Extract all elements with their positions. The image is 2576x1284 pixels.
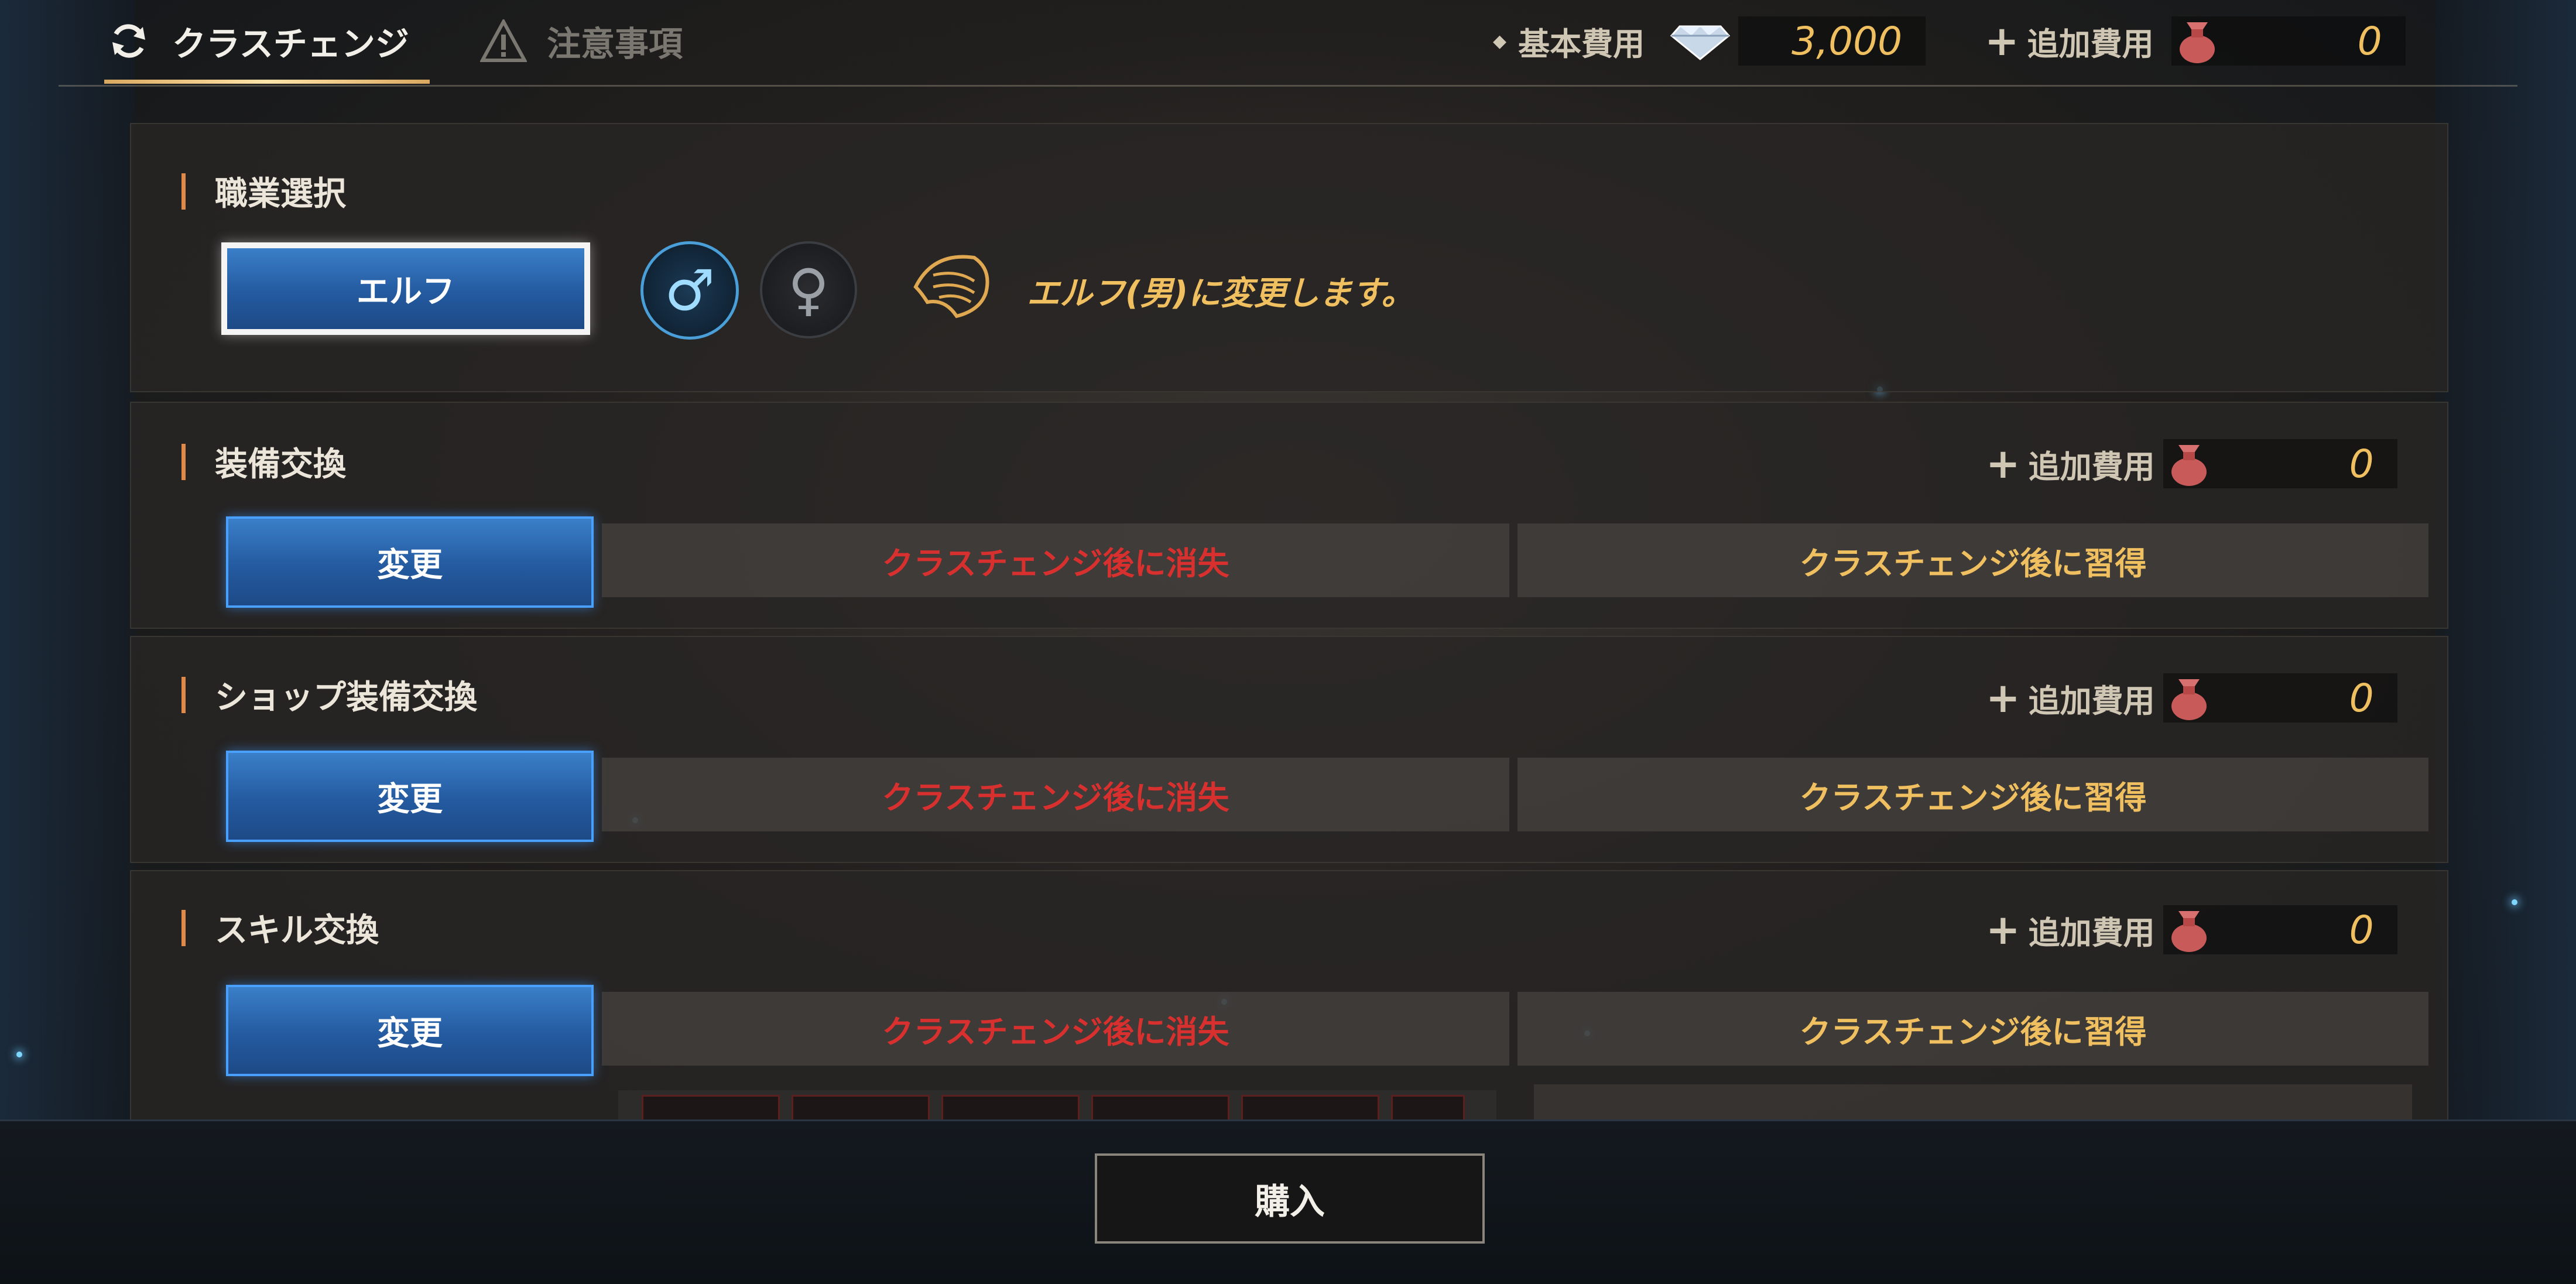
base-cost-value: 3,000 xyxy=(1738,16,1926,66)
pouch-icon xyxy=(2166,905,2212,964)
background-right-shade xyxy=(2435,0,2576,1282)
equipment-exchange-panel: 装備交換 + 追加費用 0 変更 クラスチェンジ後に消失 クラスチェンジ後に習得 xyxy=(130,402,2448,629)
base-cost-label: 基本費用 xyxy=(1518,25,1645,63)
shop-equipment-exchange-title: ショップ装備交換 xyxy=(181,671,477,718)
equipment-extra-cost-value: 0 xyxy=(2349,441,2374,487)
sparkle xyxy=(16,1052,22,1057)
section-marker xyxy=(181,173,186,210)
section-marker xyxy=(181,909,186,946)
job-select-title: 職業選択 xyxy=(181,167,346,215)
section-marker xyxy=(181,676,186,713)
shop-equipment-lost-label: クラスチェンジ後に消失 xyxy=(602,758,1509,831)
elf-class-emblem-icon xyxy=(910,246,998,324)
equipment-lost-label: クラスチェンジ後に消失 xyxy=(602,523,1509,597)
equipment-exchange-title-text: 装備交換 xyxy=(215,446,346,484)
skill-lost-label: クラスチェンジ後に消失 xyxy=(602,992,1509,1066)
shop-equipment-extra-cost-value: 0 xyxy=(2349,675,2374,721)
skill-change-button[interactable]: 変更 xyxy=(226,985,594,1076)
male-gender-button[interactable]: ♂ xyxy=(640,241,739,340)
equipment-exchange-title: 装備交換 xyxy=(181,438,346,485)
plus-icon: + xyxy=(1986,906,2020,954)
purchase-button[interactable]: 購入 xyxy=(1095,1153,1485,1244)
equipment-gained-label: クラスチェンジ後に習得 xyxy=(1517,523,2428,597)
extra-cost-label: 追加費用 xyxy=(2027,25,2154,63)
skill-extra-cost-box: 0 xyxy=(2163,905,2397,954)
equipment-extra-cost-label: 追加費用 xyxy=(2028,448,2155,485)
equipment-extra-cost: + 追加費用 0 xyxy=(1986,439,2397,488)
plus-icon: + xyxy=(1985,17,2019,65)
job-select-panel: 職業選択 エルフ ♂ ♀ エルフ(男)に変更します。 xyxy=(130,123,2448,392)
female-gender-button[interactable]: ♀ xyxy=(760,241,857,338)
shop-equipment-extra-cost-box: 0 xyxy=(2163,673,2397,723)
background-left-shade xyxy=(0,0,135,1282)
skill-extra-cost-label: 追加費用 xyxy=(2028,914,2155,951)
diamond-bullet-icon: ◆ xyxy=(1493,30,1507,52)
equipment-change-button[interactable]: 変更 xyxy=(226,516,594,608)
skill-exchange-title-text: スキル交換 xyxy=(215,912,379,950)
active-tab-indicator xyxy=(104,80,430,84)
shop-equipment-extra-cost: + 追加費用 0 xyxy=(1986,673,2397,723)
top-tab-bar: クラスチェンジ 注意事項 ◆ 基本費用 3,000 + 追加費用 0 xyxy=(59,0,2517,87)
skill-extra-cost-value: 0 xyxy=(2349,907,2374,953)
pouch-icon xyxy=(2166,673,2212,732)
pouch-icon xyxy=(2166,439,2212,498)
tab-warnings[interactable]: 注意事項 xyxy=(480,12,683,70)
plus-icon: + xyxy=(1986,440,2020,488)
equipment-extra-cost-box: 0 xyxy=(2163,439,2397,488)
plus-icon: + xyxy=(1986,674,2020,722)
skill-gained-label: クラスチェンジ後に習得 xyxy=(1517,992,2428,1066)
sparkle xyxy=(2512,899,2517,905)
tab-class-change[interactable]: クラスチェンジ xyxy=(105,12,409,70)
diamond-currency-icon xyxy=(1662,16,1738,66)
warning-icon xyxy=(480,18,527,64)
class-select-button[interactable]: エルフ xyxy=(221,242,590,335)
shop-equipment-exchange-title-text: ショップ装備交換 xyxy=(215,679,477,717)
job-select-title-text: 職業選択 xyxy=(215,175,346,213)
shop-equipment-exchange-panel: ショップ装備交換 + 追加費用 0 変更 クラスチェンジ後に消失 クラスチェンジ… xyxy=(130,636,2448,863)
extra-cost-value: 0 xyxy=(2357,18,2382,64)
extra-cost-header: + 追加費用 0 xyxy=(1985,13,2406,69)
class-change-description: エルフ(男)に変更します。 xyxy=(1027,275,1414,313)
refresh-icon xyxy=(105,18,152,64)
extra-cost-value-box: 0 xyxy=(2171,16,2406,66)
skill-extra-cost: + 追加費用 0 xyxy=(1986,905,2397,954)
skill-exchange-title: スキル交換 xyxy=(181,904,379,951)
tab-warnings-label: 注意事項 xyxy=(547,24,683,64)
base-cost: ◆ 基本費用 3,000 xyxy=(1493,13,1926,69)
shop-equipment-change-button[interactable]: 変更 xyxy=(226,751,594,842)
section-marker xyxy=(181,443,186,480)
pouch-icon xyxy=(2174,16,2221,75)
gained-skill-area xyxy=(1534,1084,2412,1119)
shop-equipment-gained-label: クラスチェンジ後に習得 xyxy=(1517,758,2428,831)
tab-class-change-label: クラスチェンジ xyxy=(172,24,409,64)
shop-equipment-extra-cost-label: 追加費用 xyxy=(2028,682,2155,720)
